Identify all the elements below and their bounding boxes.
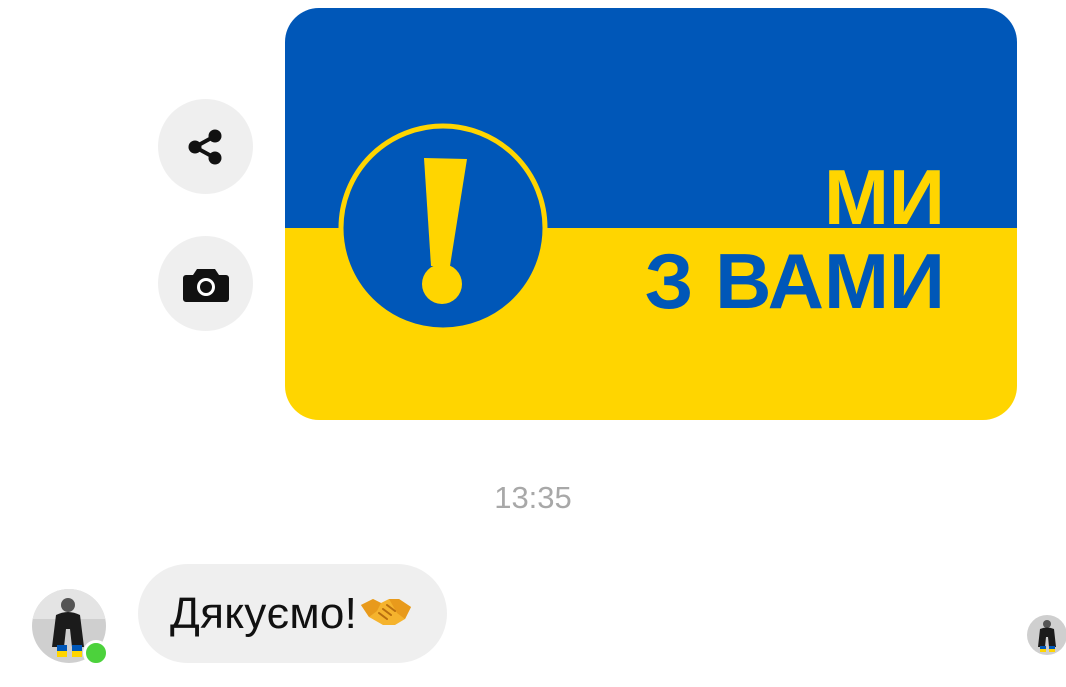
message-text: Дякуємо! <box>170 588 358 638</box>
handshake-emoji-icon <box>359 591 413 636</box>
camera-icon <box>182 268 229 302</box>
message-timestamp: 13:35 <box>494 480 572 515</box>
camera-button[interactable] <box>158 236 253 331</box>
online-status-dot <box>83 640 109 666</box>
share-icon <box>188 129 221 164</box>
headline-line-2: З ВАМИ <box>645 237 945 325</box>
share-button[interactable] <box>158 99 253 194</box>
sent-image-message[interactable]: МИ З ВАМИ <box>285 8 1017 420</box>
contact-avatar[interactable] <box>32 589 109 666</box>
exclamation-badge-icon <box>338 123 548 333</box>
read-receipt-avatar <box>1027 615 1066 655</box>
headline-line-1: МИ <box>824 153 945 241</box>
incoming-message-bubble[interactable]: Дякуємо! <box>138 564 448 663</box>
